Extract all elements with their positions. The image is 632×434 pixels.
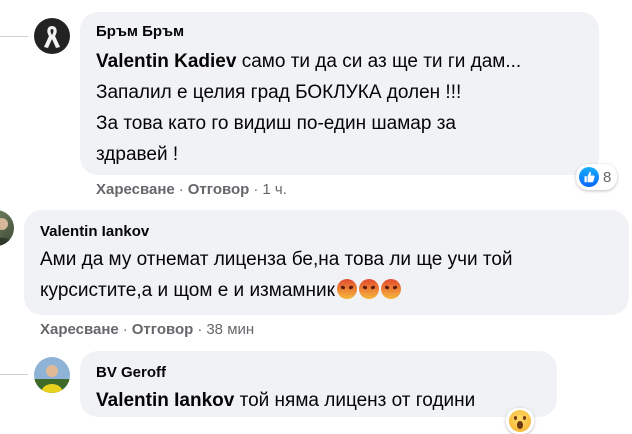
angry-emoji-icon xyxy=(380,279,401,299)
like-button[interactable]: Харесване xyxy=(96,181,175,198)
comment-text-line: той няма лиценз от години xyxy=(234,390,476,411)
comment-bubble: BV Geroff Valentin Iankov той няма лицен… xyxy=(80,351,557,417)
reply-button[interactable]: Отговор xyxy=(188,181,250,198)
profile-photo-icon xyxy=(0,218,14,246)
comment-actions: Харесване · Отговор · 38 мин xyxy=(40,321,254,338)
comment-timestamp[interactable]: 1 ч. xyxy=(262,181,287,198)
comment-text-line: Запалил е целия град БОКЛУКА долен !!! xyxy=(96,82,462,103)
profile-photo-icon xyxy=(34,365,70,393)
like-reaction-icon xyxy=(579,167,599,187)
mention-link[interactable]: Valentin Kadiev xyxy=(96,51,236,72)
avatar[interactable] xyxy=(34,18,70,54)
reaction-summary[interactable] xyxy=(506,408,534,434)
reply-button[interactable]: Отговор xyxy=(132,321,194,338)
comment-text-line: само ти да си аз ще ти ги дам... xyxy=(236,51,522,72)
avatar[interactable] xyxy=(34,357,70,393)
angry-emoji-icon xyxy=(358,279,379,299)
avatar[interactable] xyxy=(0,210,14,246)
comment-actions: Харесване · Отговор · 1 ч. xyxy=(96,181,287,198)
wow-reaction-icon xyxy=(509,410,531,432)
comment-text-line: За това като го видиш по-един шамар за xyxy=(96,113,456,134)
mention-link[interactable]: Valentin Iankov xyxy=(96,390,234,411)
separator-dot: · xyxy=(122,321,128,338)
separator-dot: · xyxy=(253,181,259,198)
like-button[interactable]: Харесване xyxy=(40,321,119,338)
mourning-ribbon-icon xyxy=(44,26,60,48)
reply-thread-line xyxy=(0,374,28,375)
reaction-summary[interactable]: 8 xyxy=(576,164,618,190)
comment-text-line: курсистите,а и щом е и измамник xyxy=(40,280,335,301)
separator-dot: · xyxy=(178,181,184,198)
comment-bubble: Бръм Бръм Valentin Kadiev само ти да си … xyxy=(80,12,599,175)
comment-author[interactable]: Valentin Iankov xyxy=(40,222,617,242)
comment-text-line: Ами да му отнемат лиценза бе,на това ли … xyxy=(40,249,513,270)
comment-timestamp[interactable]: 38 мин xyxy=(206,321,254,338)
comment-text: Valentin Iankov той няма лиценз от годин… xyxy=(96,385,545,416)
comment-author[interactable]: BV Geroff xyxy=(96,363,545,383)
comment-text: Valentin Kadiev само ти да си аз ще ти г… xyxy=(96,46,587,170)
comment-author[interactable]: Бръм Бръм xyxy=(96,22,587,42)
reply-thread-line xyxy=(0,36,28,37)
angry-emoji-icon xyxy=(336,279,357,299)
comment-bubble: Valentin Iankov Ами да му отнемат лиценз… xyxy=(24,210,629,315)
reaction-count: 8 xyxy=(603,168,612,186)
comment-text-line: здравей ! xyxy=(96,144,179,165)
comment-text: Ами да му отнемат лиценза бе,на това ли … xyxy=(40,244,617,306)
separator-dot: · xyxy=(197,321,203,338)
